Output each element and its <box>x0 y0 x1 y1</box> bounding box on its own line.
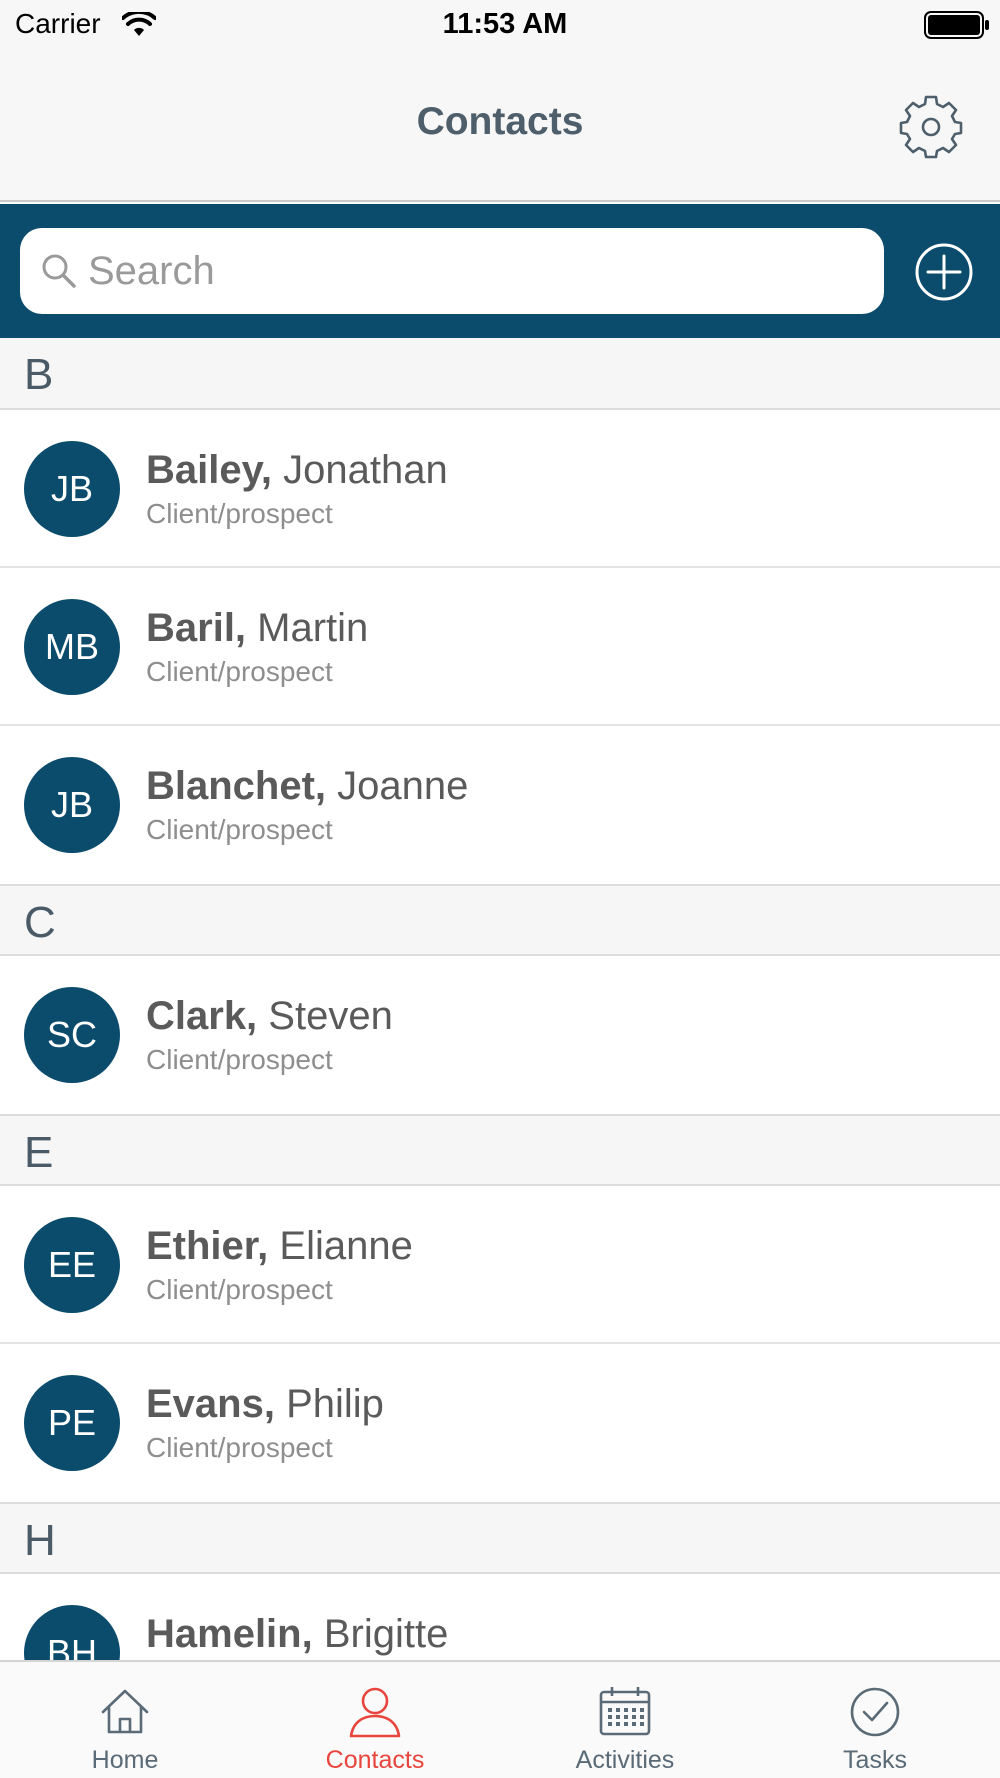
contact-list[interactable]: B JB Bailey, Jonathan Client/prospect MB… <box>0 338 1000 1660</box>
contact-last-name: Ethier, <box>146 1224 269 1268</box>
tab-activities[interactable]: Activities <box>500 1662 750 1778</box>
search-input[interactable] <box>88 228 868 314</box>
checkmark-circle-icon <box>850 1687 900 1737</box>
contact-first-name: Martin <box>257 606 369 650</box>
avatar: JB <box>24 757 120 853</box>
contact-last-name: Evans, <box>146 1382 275 1426</box>
tab-label: Contacts <box>325 1746 425 1774</box>
gear-icon[interactable] <box>896 92 966 162</box>
avatar: EE <box>24 1217 120 1313</box>
contact-name: Blanchet, Joanne <box>146 764 468 809</box>
section-letter: C <box>24 898 56 947</box>
contact-first-name: Jonathan <box>283 448 448 492</box>
status-time: 11:53 AM <box>442 8 568 40</box>
avatar: SC <box>24 987 120 1083</box>
contact-name: Evans, Philip <box>146 1382 384 1427</box>
contact-first-name: Joanne <box>337 764 469 808</box>
person-icon <box>349 1687 401 1738</box>
tab-home[interactable]: Home <box>0 1662 250 1778</box>
tab-label: Home <box>91 1746 159 1774</box>
contact-last-name: Hamelin, <box>146 1612 313 1656</box>
section-header-c: C <box>0 884 1000 956</box>
search-bar <box>0 204 1000 338</box>
contact-row[interactable]: MB Baril, Martin Client/prospect <box>0 568 1000 726</box>
avatar: PE <box>24 1375 120 1471</box>
contact-first-name: Steven <box>268 994 393 1038</box>
contact-name: Bailey, Jonathan <box>146 448 448 493</box>
contact-name: Ethier, Elianne <box>146 1224 413 1269</box>
section-header-b: B <box>0 338 1000 410</box>
contact-row[interactable]: JB Bailey, Jonathan Client/prospect <box>0 410 1000 568</box>
contact-row[interactable]: SC Clark, Steven Client/prospect <box>0 956 1000 1114</box>
contact-first-name: Elianne <box>279 1224 413 1268</box>
section-letter: B <box>24 350 54 399</box>
avatar: JB <box>24 441 120 537</box>
home-icon <box>101 1689 149 1734</box>
plus-circle-icon[interactable] <box>914 242 974 302</box>
contact-name: Hamelin, Brigitte <box>146 1612 448 1657</box>
contact-type: Client/prospect <box>146 1432 333 1463</box>
contact-row[interactable]: BH Hamelin, Brigitte Client/prospect <box>0 1574 1000 1660</box>
contact-last-name: Blanchet, <box>146 764 327 808</box>
contact-type: Client/prospect <box>146 1044 333 1075</box>
contact-last-name: Clark, <box>146 994 258 1038</box>
contact-type: Client/prospect <box>146 814 333 845</box>
contact-last-name: Baril, <box>146 606 247 650</box>
tab-bar: Home Contacts Activities Tasks <box>0 1660 1000 1778</box>
avatar: MB <box>24 599 120 695</box>
contact-type: Client/prospect <box>146 656 333 687</box>
contact-name: Clark, Steven <box>146 994 393 1039</box>
search-field[interactable] <box>20 228 884 314</box>
contact-row[interactable]: PE Evans, Philip Client/prospect <box>0 1344 1000 1502</box>
section-header-h: H <box>0 1502 1000 1574</box>
calendar-icon <box>599 1687 651 1736</box>
contact-first-name: Philip <box>286 1382 384 1426</box>
status-bar: Carrier 11:53 AM <box>0 0 1000 52</box>
page-title: Contacts <box>416 100 584 143</box>
section-letter: H <box>24 1516 56 1565</box>
tab-label: Activities <box>575 1746 675 1774</box>
section-letter: E <box>24 1128 54 1177</box>
tab-tasks[interactable]: Tasks <box>750 1662 1000 1778</box>
section-header-e: E <box>0 1114 1000 1186</box>
contact-last-name: Bailey, <box>146 448 272 492</box>
contact-type: Client/prospect <box>146 498 333 529</box>
tab-label: Tasks <box>843 1746 907 1774</box>
contact-type: Client/prospect <box>146 1274 333 1305</box>
tab-contacts[interactable]: Contacts <box>250 1662 500 1778</box>
contact-row[interactable]: JB Blanchet, Joanne Client/prospect <box>0 726 1000 884</box>
navigation-bar: Contacts <box>0 52 1000 202</box>
contact-row[interactable]: EE Ethier, Elianne Client/prospect <box>0 1186 1000 1344</box>
battery-icon <box>924 11 989 39</box>
avatar: BH <box>24 1605 120 1660</box>
search-icon <box>42 254 76 288</box>
contact-name: Baril, Martin <box>146 606 368 651</box>
contact-first-name: Brigitte <box>323 1612 449 1656</box>
